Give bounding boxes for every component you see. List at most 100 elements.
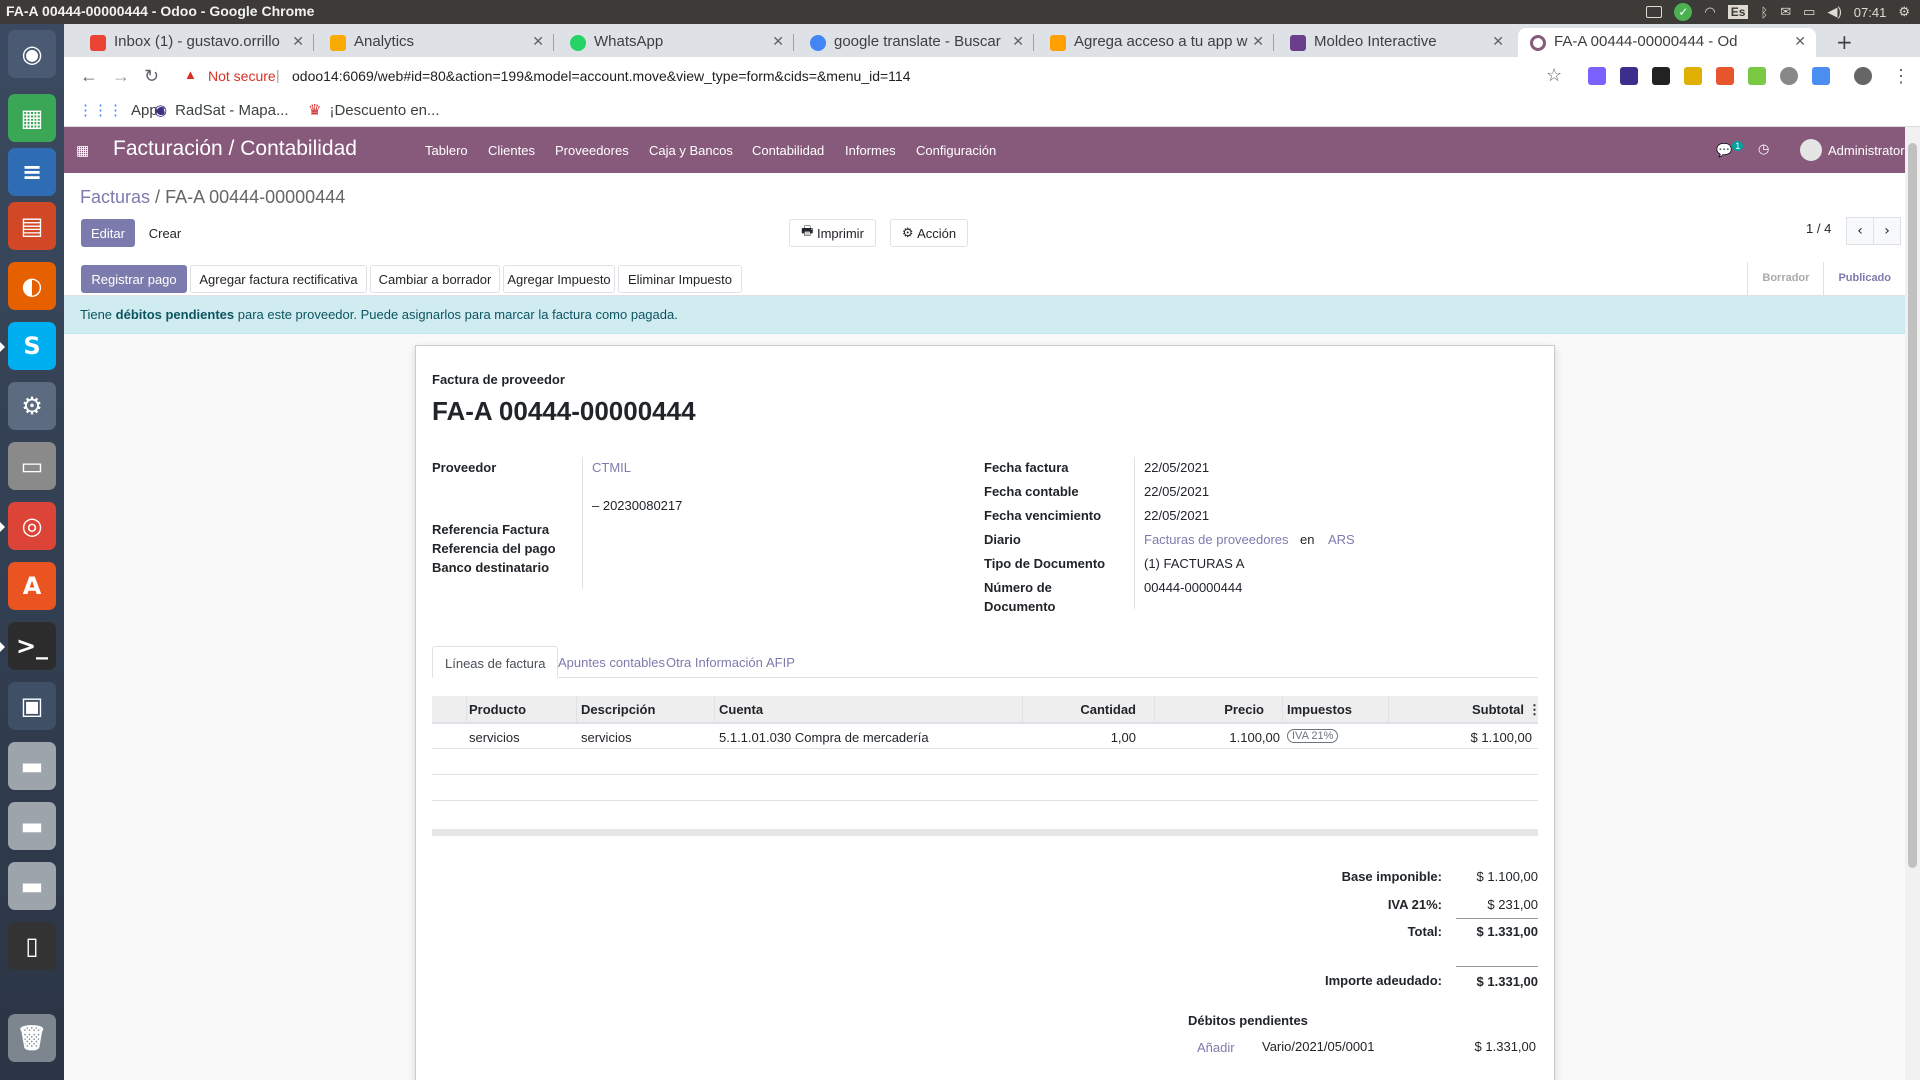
extension-icon[interactable]	[1588, 67, 1606, 85]
reset-to-draft-button[interactable]: Cambiar a borrador	[370, 265, 500, 293]
page-scrollbar[interactable]	[1905, 127, 1920, 1080]
print-button[interactable]: 🖶 Imprimir	[789, 219, 876, 247]
new-tab-plus-icon[interactable]: +	[1836, 30, 1853, 54]
bluetooth-icon[interactable]: ᛒ	[1760, 5, 1768, 20]
col-descripcion[interactable]: Descripción	[581, 702, 655, 717]
close-tab-icon[interactable]: ✕	[292, 33, 304, 50]
menu-contabilidad[interactable]: Contabilidad	[752, 143, 824, 158]
wifi-icon[interactable]: ◠	[1704, 4, 1715, 20]
close-tab-icon[interactable]: ✕	[772, 33, 784, 50]
menu-proveedores[interactable]: Proveedores	[555, 143, 629, 158]
col-precio[interactable]: Precio	[1154, 702, 1264, 717]
extension-icon[interactable]	[1716, 67, 1734, 85]
firefox-icon[interactable]: ◐	[8, 262, 56, 310]
clock[interactable]: 07:41	[1854, 5, 1887, 20]
extension-icon[interactable]	[1748, 67, 1766, 85]
tab-afip[interactable]: AFIP	[754, 646, 807, 678]
tab-invoice-lines[interactable]: Líneas de factura	[432, 646, 559, 678]
reload-icon[interactable]: ↻	[144, 66, 159, 87]
add-tax-button[interactable]: Agregar Impuesto	[503, 265, 615, 293]
avatar[interactable]	[1800, 139, 1822, 161]
system-settings-icon[interactable]: ⚙	[8, 382, 56, 430]
workspaces-icon[interactable]: ▣	[8, 682, 56, 730]
mail-icon[interactable]: ✉	[1780, 4, 1791, 20]
browser-tab[interactable]: Agrega acceso a tu app w ✕	[1038, 28, 1274, 57]
stage-posted[interactable]: Publicado	[1823, 262, 1905, 295]
action-button[interactable]: ⚙ Acción	[890, 219, 968, 247]
add-outstanding-link[interactable]: Añadir	[1197, 1040, 1235, 1055]
optional-columns-icon[interactable]: ⋮	[1528, 702, 1541, 718]
phone-device-icon[interactable]: ▯	[8, 922, 56, 970]
keyboard-layout[interactable]: Es	[1727, 5, 1749, 19]
settings-gear-icon[interactable]: ⚙	[1898, 4, 1910, 20]
drive-icon-3[interactable]: ▬	[8, 862, 56, 910]
volume-icon[interactable]: ◀)	[1827, 4, 1841, 20]
spreadsheet-icon[interactable]: ▦	[8, 94, 56, 142]
browser-tab[interactable]: Inbox (1) - gustavo.orrillo ✕	[78, 28, 314, 57]
browser-tab-active[interactable]: FA-A 00444-00000444 - Od ✕	[1518, 28, 1816, 57]
profile-avatar-icon[interactable]	[1854, 67, 1872, 85]
pager-previous-icon[interactable]: ‹	[1846, 217, 1874, 245]
menu-informes[interactable]: Informes	[845, 143, 896, 158]
browser-tab[interactable]: Moldeo Interactive ✕	[1278, 28, 1514, 57]
extension-icon[interactable]	[1620, 67, 1638, 85]
bookmark-star-icon[interactable]: ☆	[1546, 65, 1562, 86]
apps-menu-icon[interactable]: ▦	[76, 142, 89, 159]
breadcrumb-facturas[interactable]: Facturas	[80, 187, 150, 207]
pager-next-icon[interactable]: ›	[1873, 217, 1901, 245]
user-menu[interactable]: Administrator	[1828, 143, 1905, 158]
pager-value[interactable]: 1 / 4	[1806, 221, 1831, 236]
menu-configuracion[interactable]: Configuración	[916, 143, 996, 158]
col-subtotal[interactable]: Subtotal	[1388, 702, 1524, 717]
chrome-icon[interactable]: ◎	[0, 502, 56, 550]
drive-icon[interactable]: ▬	[8, 742, 56, 790]
scrollbar-thumb[interactable]	[1908, 143, 1917, 868]
browser-tab[interactable]: WhatsApp ✕	[558, 28, 794, 57]
impress-icon[interactable]: ▤	[8, 202, 56, 250]
chat-icon[interactable]: 💬 1	[1716, 141, 1744, 158]
currency-link[interactable]: ARS	[1328, 532, 1355, 547]
add-credit-note-button[interactable]: Agregar factura rectificativa	[190, 265, 367, 293]
browser-tab[interactable]: Analytics ✕	[318, 28, 554, 57]
extension-icon[interactable]	[1812, 67, 1830, 85]
remove-tax-button[interactable]: Eliminar Impuesto	[618, 265, 742, 293]
col-impuestos[interactable]: Impuestos	[1287, 702, 1352, 717]
menu-tablero[interactable]: Tablero	[425, 143, 468, 158]
activity-clock-icon[interactable]: ◷	[1758, 141, 1769, 157]
display-icon[interactable]	[1646, 6, 1663, 18]
col-cantidad[interactable]: Cantidad	[1022, 702, 1136, 717]
terminal-icon[interactable]: >_	[0, 622, 56, 670]
software-center-icon[interactable]: A	[8, 562, 56, 610]
extension-icon[interactable]	[1780, 67, 1798, 85]
sync-check-icon[interactable]: ✓	[1674, 3, 1693, 21]
app-brand[interactable]: Facturación / Contabilidad	[113, 137, 357, 161]
close-tab-icon[interactable]: ✕	[532, 33, 544, 50]
bookmark-apps[interactable]: ⋮⋮⋮ Apps	[78, 101, 165, 119]
menu-caja-bancos[interactable]: Caja y Bancos	[649, 143, 733, 158]
menu-clientes[interactable]: Clientes	[488, 143, 535, 158]
forward-arrow-icon[interactable]: →	[112, 66, 130, 87]
edit-button[interactable]: Editar	[81, 219, 135, 247]
table-row[interactable]: servicios servicios 5.1.1.01.030 Compra …	[432, 724, 1538, 749]
stage-draft[interactable]: Borrador	[1747, 262, 1823, 295]
journal-link[interactable]: Facturas de proveedores	[1144, 532, 1289, 547]
skype-icon[interactable]: S	[0, 322, 56, 370]
col-cuenta[interactable]: Cuenta	[719, 702, 763, 717]
extension-icon[interactable]	[1684, 67, 1702, 85]
url-text[interactable]: odoo14:6069/web#id=80&action=199&model=a…	[292, 68, 911, 84]
chrome-menu-icon[interactable]: ⋮	[1892, 66, 1910, 87]
dash-icon[interactable]: ◉	[8, 30, 56, 78]
bookmark-descuento[interactable]: ♛ ¡Descuento en...	[308, 101, 440, 119]
close-tab-icon[interactable]: ✕	[1012, 33, 1024, 50]
register-payment-button[interactable]: Registrar pago	[81, 265, 187, 293]
address-bar[interactable]: ▲ Not secure | odoo14:6069/web#id=80&act…	[172, 61, 1632, 91]
partner-link[interactable]: CTMIL	[592, 460, 631, 475]
back-arrow-icon[interactable]: ←	[80, 66, 98, 87]
close-tab-icon[interactable]: ✕	[1492, 33, 1504, 50]
close-tab-icon[interactable]: ✕	[1252, 33, 1264, 50]
close-tab-icon[interactable]: ✕	[1794, 33, 1806, 50]
bookmark-radsat[interactable]: ◉ RadSat - Mapa...	[154, 101, 288, 119]
writer-icon[interactable]: ≡	[8, 148, 56, 196]
drive-icon-2[interactable]: ▬	[8, 802, 56, 850]
battery-icon[interactable]: ▭	[1803, 4, 1815, 20]
